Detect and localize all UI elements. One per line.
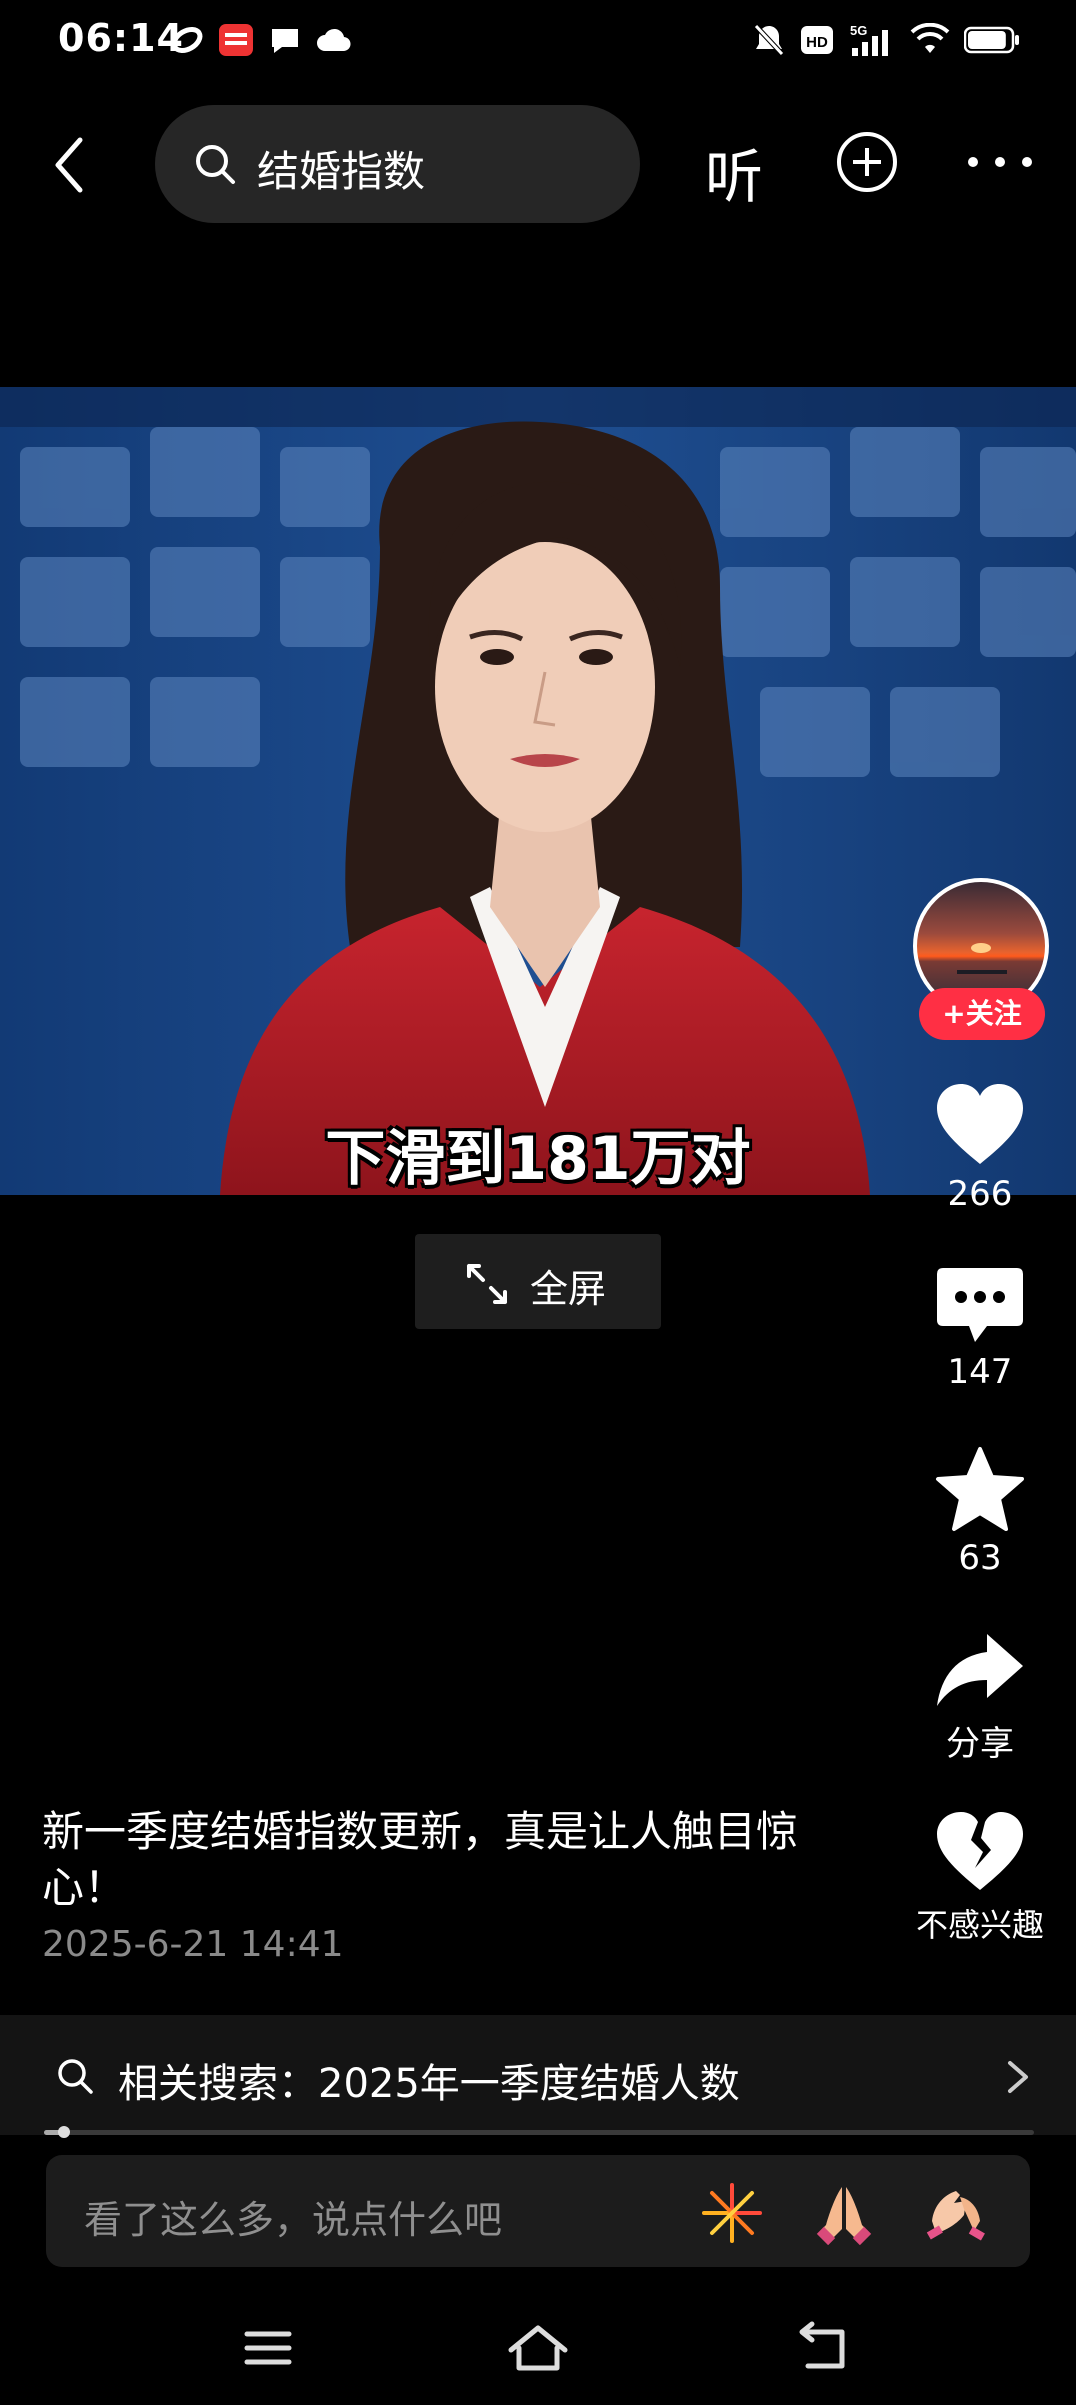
related-search-bar[interactable]: 相关搜索：2025年一季度结婚人数 (0, 2015, 1076, 2135)
status-icons-left (170, 22, 352, 58)
add-circle-icon[interactable] (835, 130, 899, 194)
broken-heart-icon (937, 1812, 1023, 1890)
status-bar: 06:14 HD 5G (0, 0, 1076, 80)
fullscreen-button[interactable]: 全屏 (415, 1234, 661, 1329)
search-icon (196, 145, 235, 184)
not-interested-label: 不感兴趣 (915, 1906, 1044, 1944)
related-search-text: 相关搜索：2025年一季度结婚人数 (118, 2061, 740, 2107)
app-news-icon (219, 24, 253, 56)
status-icons-right: HD 5G (752, 22, 1020, 58)
share-button[interactable]: 分享 (905, 1630, 1055, 1765)
svg-text:5G: 5G (850, 23, 867, 38)
menu-icon[interactable] (233, 2318, 303, 2378)
top-nav: 结婚指数 听 (0, 100, 1076, 230)
sync-icon (171, 27, 203, 53)
battery-icon (964, 26, 1019, 54)
comment-button[interactable]: 147 (905, 1266, 1055, 1392)
back-icon[interactable] (788, 2318, 858, 2378)
pray-emoji[interactable] (812, 2181, 876, 2245)
high-five-emoji[interactable] (924, 2181, 988, 2245)
like-count: 266 (947, 1174, 1013, 1214)
favorite-count: 63 (958, 1538, 1002, 1578)
status-time: 06:14 (58, 16, 184, 60)
cloud-icon (317, 28, 351, 52)
home-icon[interactable] (503, 2318, 573, 2378)
not-interested-button[interactable]: 不感兴趣 (905, 1810, 1055, 1946)
follow-button[interactable]: +关注 (919, 988, 1045, 1040)
search-query: 结婚指数 (257, 147, 426, 196)
system-nav-bar (0, 2300, 1076, 2405)
chevron-right-icon (1008, 2061, 1028, 2093)
search-icon (58, 2059, 93, 2094)
post-caption: 新一季度结婚指数更新，真是让人触目惊心！ (42, 1807, 799, 1912)
svg-text:HD: HD (806, 34, 828, 51)
like-button[interactable]: 266 (905, 1082, 1055, 1214)
progress-handle[interactable] (57, 2126, 70, 2138)
favorite-button[interactable]: 63 (905, 1446, 1055, 1578)
fireworks-emoji[interactable] (700, 2181, 764, 2245)
back-arrow-icon[interactable] (40, 130, 110, 200)
comment-placeholder: 看了这么多，说点什么吧 (84, 2198, 503, 2242)
mute-icon (754, 24, 784, 56)
share-arrow-icon (937, 1634, 1023, 1706)
video-frame (0, 387, 1076, 1195)
listen-button[interactable]: 听 (705, 130, 763, 214)
message-icon (272, 29, 298, 53)
more-icon[interactable] (965, 150, 1035, 174)
comment-icon (937, 1268, 1023, 1342)
hd-icon: HD (801, 26, 833, 54)
comment-count: 147 (947, 1352, 1013, 1392)
fullscreen-label: 全屏 (530, 1267, 607, 1311)
comment-input[interactable]: 看了这么多，说点什么吧 (46, 2155, 1030, 2267)
search-bar[interactable]: 结婚指数 (155, 105, 640, 223)
heart-icon (937, 1084, 1023, 1164)
expand-icon (467, 1264, 507, 1304)
video-player[interactable] (0, 387, 1076, 1195)
star-icon (936, 1447, 1024, 1531)
wifi-icon (910, 23, 950, 53)
share-label: 分享 (946, 1724, 1014, 1764)
playback-progress[interactable] (44, 2126, 1034, 2138)
5g-signal-icon: 5G (850, 23, 888, 56)
post-timestamp: 2025-6-21 14:41 (42, 1924, 344, 1965)
